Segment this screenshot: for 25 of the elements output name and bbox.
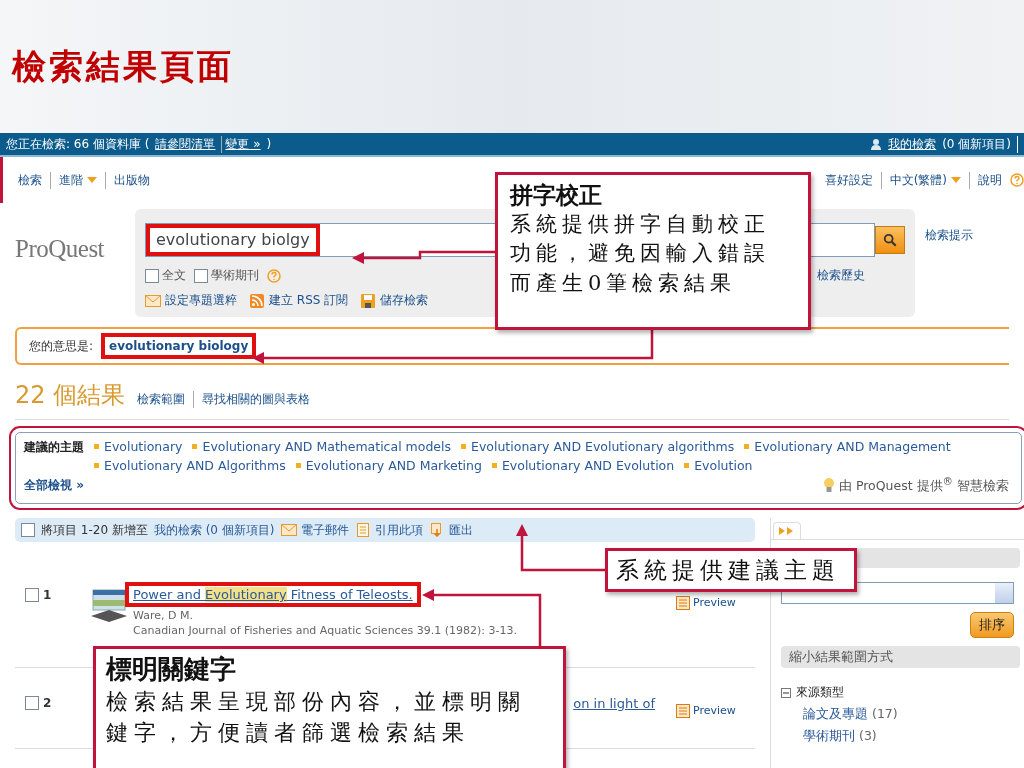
refine-header: 縮小結果範圍方式 — [781, 646, 1020, 668]
result-number: 1 — [43, 588, 53, 602]
callout-title: 拼字校正 — [510, 181, 603, 210]
result-count: 22 個結果 — [15, 380, 126, 411]
did-you-mean-label: 您的意思是: — [29, 337, 94, 355]
callout-title: 標明關鍵字 — [106, 653, 237, 686]
option-label: 學術期刊 — [211, 267, 259, 284]
new-items-count: (0 個新項目) — [942, 135, 1018, 153]
credit-text: 由 ProQuest 提供$^{®}$ 智慧檢索 — [838, 475, 1009, 496]
result-number: 2 — [43, 696, 53, 710]
facet-count: (17) — [872, 706, 898, 723]
author-text: Ware, D M. — [133, 609, 193, 622]
facet-count: (3) — [859, 728, 877, 745]
toolbar-text: 將項目 1-20 新增至 — [41, 521, 148, 539]
logo: ProQuest — [14, 234, 106, 263]
search-scope-text: 您正在檢索: 66 個資料庫 ( — [6, 135, 150, 153]
callout-text: 檢索結果呈現部份內容，並標明關鍵字，方便讀者篩選檢索結果 — [106, 687, 527, 748]
search-scope-text: ) — [266, 137, 272, 151]
callout-text: 系統提供建議主題 — [616, 555, 840, 585]
option-label: 全文 — [162, 267, 186, 284]
source-text: Canadian Journal of Fisheries and Aquatic Sciences 39.1 (1982): 3-13. — [133, 624, 517, 637]
callout-text: 系統提供拼字自動校正功能，避免因輸入錯誤而產生0筆檢索結果 — [510, 210, 771, 297]
topics-label: 建議的主題 — [24, 439, 84, 456]
facet-label: 來源類型 — [796, 684, 844, 701]
slide-title: 檢索結果頁面 — [12, 44, 234, 88]
